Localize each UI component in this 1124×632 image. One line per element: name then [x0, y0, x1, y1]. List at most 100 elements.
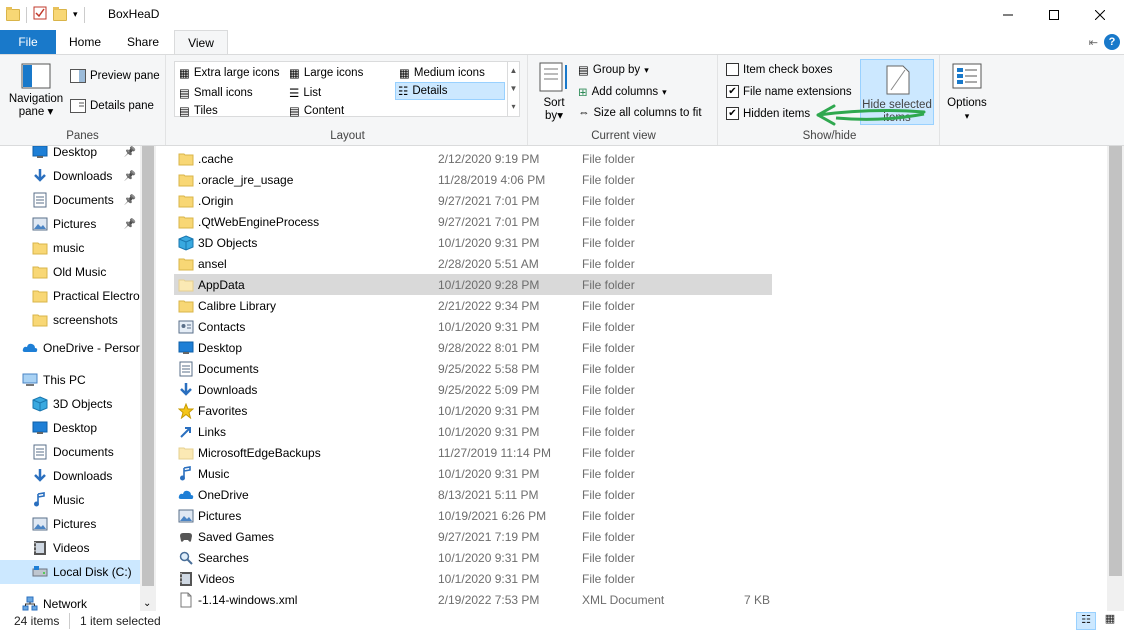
- nav-pane-scrollbar[interactable]: ⌄: [140, 146, 156, 611]
- layout-scroll[interactable]: ▲ ▼ ▾: [507, 62, 519, 116]
- layout-details[interactable]: ☷ Details: [395, 82, 505, 100]
- nav-item-3d-objects[interactable]: 3D Objects: [0, 392, 140, 416]
- file-row[interactable]: 3D Objects 10/1/2020 9:31 PM File folder: [174, 232, 772, 253]
- details-pane-button[interactable]: Details pane: [70, 99, 154, 113]
- layout-large-icons[interactable]: ▦ Large icons: [287, 64, 365, 82]
- file-type: File folder: [582, 256, 635, 271]
- file-date-modified: 10/1/2020 9:31 PM: [438, 571, 540, 586]
- layout-medium-icons[interactable]: ▦ Medium icons: [397, 64, 487, 82]
- file-row[interactable]: AppData 10/1/2020 9:28 PM File folder: [174, 274, 772, 295]
- nav-item-documents[interactable]: Documents: [0, 440, 140, 464]
- file-row[interactable]: -1.14-windows.xml 2/19/2022 7:53 PM XML Do…: [174, 589, 772, 610]
- close-button[interactable]: [1077, 0, 1123, 30]
- navigation-pane: Desktop 📌 Downloads 📌 Documents 📌 Pictures 📌 mus…: [0, 146, 156, 611]
- tab-home[interactable]: Home: [58, 30, 112, 54]
- nav-item-music[interactable]: music: [0, 236, 140, 260]
- file-row[interactable]: OneDrive 8/13/2021 5:11 PM File folder: [174, 484, 772, 505]
- nav-item-network[interactable]: Network: [0, 592, 140, 611]
- sort-by-label: Sort: [543, 97, 565, 109]
- help-icon[interactable]: ?: [1104, 34, 1120, 50]
- file-name: Searches: [198, 550, 249, 565]
- add-columns-button[interactable]: ⊞ Add columns ▾: [578, 85, 667, 99]
- nav-item-documents[interactable]: Documents 📌: [0, 188, 140, 212]
- file-date-modified: 9/27/2021 7:01 PM: [438, 214, 540, 229]
- downloads-icon: [178, 382, 194, 398]
- tab-view[interactable]: View: [174, 30, 228, 54]
- preview-pane-button[interactable]: Preview pane: [70, 69, 160, 83]
- hidden-items-toggle[interactable]: ✔ Hidden items: [726, 107, 810, 120]
- details-pane-label: Details pane: [90, 100, 154, 112]
- file-row[interactable]: Contacts 10/1/2020 9:31 PM File folder: [174, 316, 772, 337]
- file-row[interactable]: Saved Games 9/27/2021 7:19 PM File folder: [174, 526, 772, 547]
- nav-item-desktop[interactable]: Desktop: [0, 416, 140, 440]
- chevron-down-icon[interactable]: ⌄: [143, 598, 151, 609]
- file-name-extensions-toggle[interactable]: ✔ File name extensions: [726, 85, 852, 98]
- file-row[interactable]: Favorites 10/1/2020 9:31 PM File folder: [174, 400, 772, 421]
- file-row[interactable]: Pictures 10/19/2021 6:26 PM File folder: [174, 505, 772, 526]
- nav-item-videos[interactable]: Videos: [0, 536, 140, 560]
- file-row[interactable]: .QtWebEngineProcess 9/27/2021 7:01 PM File…: [174, 211, 772, 232]
- item-check-boxes-checkbox[interactable]: [726, 63, 739, 76]
- nav-item-local-disk-c[interactable]: Local Disk (C:): [0, 560, 140, 584]
- group-by-button[interactable]: ▤ Group by ▾: [578, 63, 649, 77]
- folder-icon: [178, 151, 194, 167]
- file-row[interactable]: Links 10/1/2020 9:31 PM File folder: [174, 421, 772, 442]
- new-folder-icon[interactable]: [53, 6, 67, 21]
- music-icon: [32, 492, 48, 508]
- file-name: -1.14-windows.xml: [198, 592, 298, 607]
- ribbon-tabs: File Home Share View: [0, 30, 1124, 54]
- nav-item-desktop[interactable]: Desktop 📌: [0, 146, 140, 164]
- properties-icon[interactable]: [33, 6, 47, 23]
- group-by-label: Group by: [592, 64, 641, 76]
- 3d-objects-icon: [32, 396, 48, 412]
- size-all-columns-button[interactable]: ⇔ Size all columns to fit: [578, 107, 702, 119]
- tab-file[interactable]: File: [0, 30, 56, 54]
- file-row[interactable]: Searches 10/1/2020 9:31 PM File folder: [174, 547, 772, 568]
- nav-item-onedrive-persor[interactable]: OneDrive - Persor: [0, 336, 140, 360]
- file-row[interactable]: ansel 2/28/2020 5:51 AM File folder: [174, 253, 772, 274]
- layout-small-icons[interactable]: ▤ Small icons: [177, 84, 255, 102]
- pin-ribbon-icon[interactable]: ⇤: [1089, 36, 1098, 49]
- chevron-down-icon[interactable]: ▾: [73, 9, 78, 20]
- file-row[interactable]: Calibre Library 2/21/2022 9:34 PM File fol…: [174, 295, 772, 316]
- details-view-button[interactable]: ☷: [1076, 612, 1096, 630]
- hidden-items-checkbox[interactable]: ✔: [726, 107, 739, 120]
- nav-item-screenshots[interactable]: screenshots: [0, 308, 140, 332]
- maximize-button[interactable]: [1031, 0, 1077, 30]
- file-name-extensions-checkbox[interactable]: ✔: [726, 85, 739, 98]
- file-list-scrollbar[interactable]: [1107, 146, 1124, 611]
- large-icons-view-button[interactable]: ▦: [1100, 612, 1120, 630]
- file-row[interactable]: .Origin 9/27/2021 7:01 PM File folder: [174, 190, 772, 211]
- nav-item-downloads[interactable]: Downloads 📌: [0, 164, 140, 188]
- layout-content[interactable]: ▤ Content: [287, 102, 346, 120]
- nav-item-music[interactable]: Music: [0, 488, 140, 512]
- scrollbar-thumb[interactable]: [1109, 146, 1122, 576]
- nav-item-this-pc[interactable]: This PC: [0, 368, 140, 392]
- file-row[interactable]: .cache 2/12/2020 9:19 PM File folder: [174, 148, 772, 169]
- nav-item-downloads[interactable]: Downloads: [0, 464, 140, 488]
- navigation-pane-button[interactable]: Navigation pane ▾: [6, 63, 66, 119]
- minimize-button[interactable]: [985, 0, 1031, 30]
- content-icon: ▤: [289, 106, 300, 118]
- layout-tiles[interactable]: ▤ Tiles: [177, 102, 220, 120]
- file-row[interactable]: MicrosoftEdgeBackups 11/27/2019 11:14 PM F…: [174, 442, 772, 463]
- nav-item-pictures[interactable]: Pictures: [0, 512, 140, 536]
- folder-icon: [32, 312, 48, 328]
- file-row[interactable]: .oracle_jre_usage 11/28/2019 4:06 PM File …: [174, 169, 772, 190]
- nav-item-old-music[interactable]: Old Music: [0, 260, 140, 284]
- file-row[interactable]: Documents 9/25/2022 5:58 PM File folder: [174, 358, 772, 379]
- size-columns-icon: ⇔: [578, 107, 590, 119]
- scrollbar-thumb[interactable]: [142, 146, 154, 586]
- sort-by-button[interactable]: Sort by▾: [536, 61, 572, 123]
- file-row[interactable]: Downloads 9/25/2022 5:09 PM File folder: [174, 379, 772, 400]
- item-check-boxes-toggle[interactable]: Item check boxes: [726, 63, 832, 76]
- nav-item-pictures[interactable]: Pictures 📌: [0, 212, 140, 236]
- file-row[interactable]: Music 10/1/2020 9:31 PM File folder: [174, 463, 772, 484]
- options-button[interactable]: Options ▾: [944, 63, 990, 123]
- nav-item-practical-electron[interactable]: Practical Electron: [0, 284, 140, 308]
- file-row[interactable]: Desktop 9/28/2022 8:01 PM File folder: [174, 337, 772, 358]
- layout-list[interactable]: ☰ List: [287, 84, 323, 102]
- file-row[interactable]: Videos 10/1/2020 9:31 PM File folder: [174, 568, 772, 589]
- tab-share[interactable]: Share: [116, 30, 170, 54]
- layout-extra-large-icons[interactable]: ▦ Extra large icons: [177, 64, 282, 82]
